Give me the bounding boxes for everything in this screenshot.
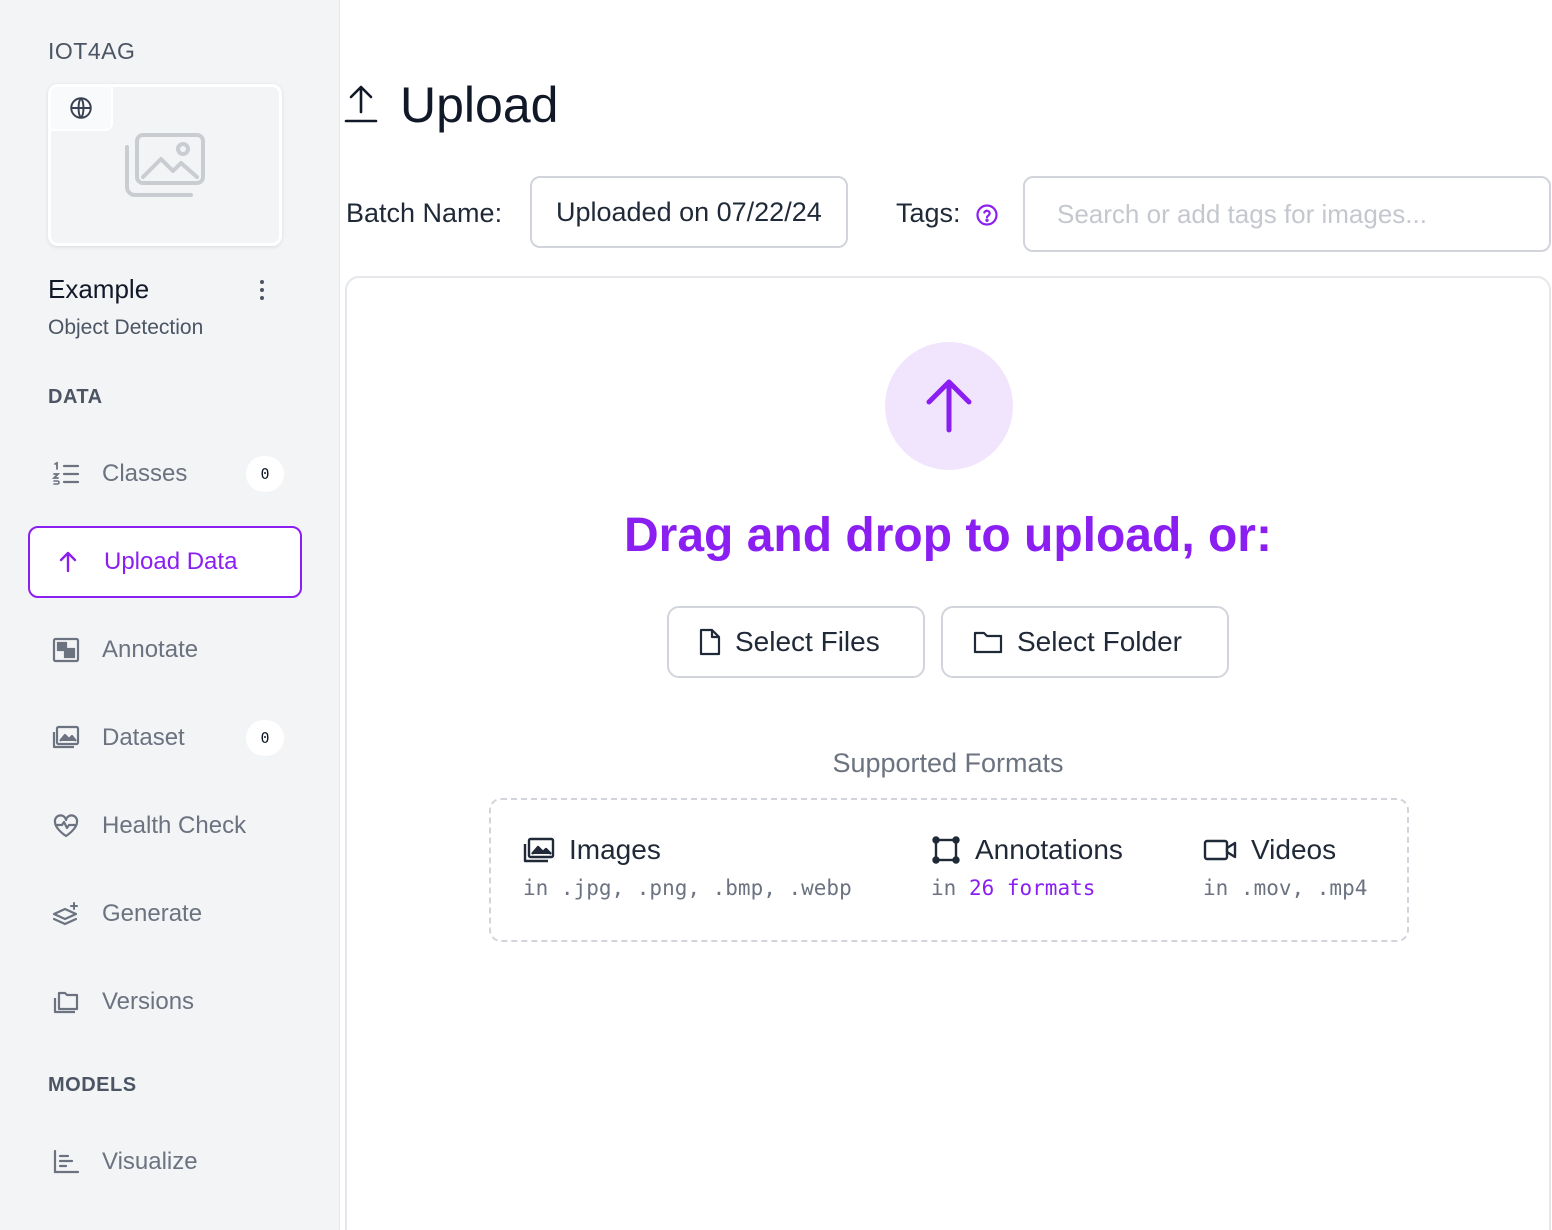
batch-name-input[interactable] — [530, 176, 848, 248]
heart-pulse-icon — [50, 810, 82, 842]
help-icon[interactable] — [975, 203, 999, 232]
sidebar-item-label: Visualize — [102, 1148, 198, 1175]
format-videos-title: Videos — [1251, 834, 1337, 865]
select-folder-button[interactable]: Select Folder — [941, 606, 1229, 678]
upload-arrow-icon — [885, 342, 1013, 470]
arrow-up-icon — [52, 546, 84, 578]
project-name: Example — [48, 274, 150, 304]
sidebar-item-annotate[interactable]: Annotate — [28, 614, 302, 686]
section-title-models: MODELS — [48, 1074, 137, 1096]
format-videos: Videos in .mov, .mp4 — [1203, 834, 1367, 900]
video-camera-icon — [1203, 838, 1237, 862]
sidebar: IOT4AG Example Object Detection DATA Cla… — [0, 0, 340, 1230]
select-files-button[interactable]: Select Files — [667, 606, 925, 678]
sidebar-item-label: Classes — [102, 460, 188, 487]
sidebar-item-visualize[interactable]: Visualize — [28, 1126, 302, 1198]
format-videos-detail: in .mov, .mp4 — [1203, 876, 1368, 900]
format-images: Images in .jpg, .png, .bmp, .webp — [523, 834, 852, 900]
tags-search-input[interactable] — [1023, 176, 1551, 252]
sidebar-item-versions[interactable]: Versions — [28, 966, 302, 1038]
project-thumbnail[interactable] — [48, 84, 282, 246]
sidebar-item-label: Upload Data — [104, 548, 238, 575]
globe-icon[interactable] — [51, 87, 113, 131]
supported-formats-box: Images in .jpg, .png, .bmp, .webp Annota… — [489, 798, 1409, 942]
project-type: Object Detection — [48, 316, 204, 339]
sidebar-item-label: Dataset — [102, 724, 185, 751]
folder-icon — [973, 630, 1003, 654]
batch-name-label: Batch Name: — [346, 198, 503, 228]
sidebar-item-classes[interactable]: Classes 0 — [28, 438, 302, 510]
sidebar-item-label: Generate — [102, 900, 203, 927]
count-badge: 0 — [246, 720, 284, 756]
sidebar-item-label: Annotate — [102, 636, 199, 663]
sidebar-item-upload-data[interactable]: Upload Data — [28, 526, 302, 598]
format-images-detail: in .jpg, .png, .bmp, .webp — [523, 876, 852, 900]
upload-dropzone[interactable]: Drag and drop to upload, or: Select File… — [345, 276, 1551, 1230]
image-gallery-icon — [523, 837, 555, 863]
bounding-box-icon — [931, 835, 961, 865]
drag-drop-headline: Drag and drop to upload, or: — [624, 509, 1272, 562]
sidebar-item-dataset[interactable]: Dataset 0 — [28, 702, 302, 774]
page-title: Upload — [400, 77, 559, 133]
layers-sparkle-icon — [50, 898, 82, 930]
count-badge: 0 — [246, 456, 284, 492]
format-images-title: Images — [569, 834, 661, 865]
image-gallery-icon — [50, 722, 82, 754]
more-options-icon[interactable] — [250, 276, 274, 304]
section-title-data: DATA — [48, 386, 103, 408]
select-folder-label: Select Folder — [1017, 626, 1182, 657]
select-files-label: Select Files — [735, 626, 880, 657]
sidebar-item-generate[interactable]: Generate — [28, 878, 302, 950]
annotation-formats-link[interactable]: 26 formats — [969, 876, 1095, 900]
list-numbered-icon — [50, 458, 82, 490]
sidebar-item-health-check[interactable]: Health Check — [28, 790, 302, 862]
upload-title-icon — [344, 84, 378, 129]
sidebar-item-label: Versions — [102, 988, 195, 1015]
bar-chart-icon — [50, 1146, 82, 1178]
format-annotations-title: Annotations — [975, 834, 1123, 865]
tags-label: Tags: — [896, 198, 961, 228]
format-annotations: Annotations in 26 formats — [931, 834, 1123, 900]
annotate-icon — [50, 634, 82, 666]
file-icon — [699, 628, 721, 656]
image-placeholder-icon — [123, 131, 207, 204]
folders-icon — [50, 986, 82, 1018]
sidebar-item-label: Health Check — [102, 812, 247, 839]
format-annotations-prefix: in — [931, 876, 957, 900]
supported-formats-title: Supported Formats — [832, 748, 1064, 778]
workspace-name[interactable]: IOT4AG — [48, 38, 135, 65]
